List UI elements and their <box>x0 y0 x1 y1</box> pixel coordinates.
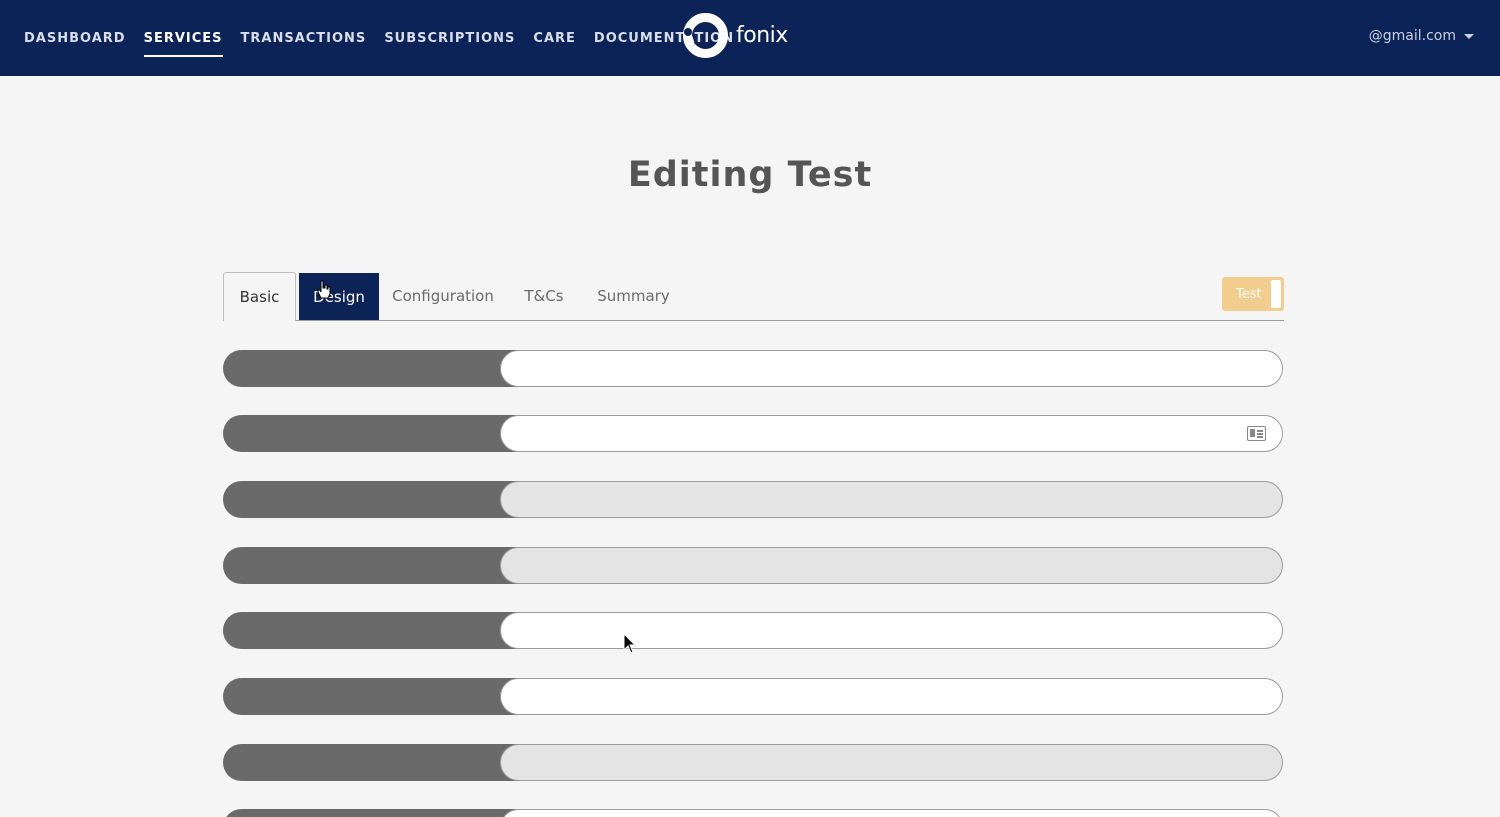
tab-design[interactable]: Design <box>299 273 379 320</box>
field-label-placeholder <box>223 612 523 649</box>
tab-configuration[interactable]: Configuration <box>392 272 494 320</box>
field-label-placeholder <box>223 744 523 781</box>
top-nav-bar: DASHBOARD SERVICES TRANSACTIONS SUBSCRIP… <box>0 0 1500 76</box>
field-label-placeholder <box>223 809 523 817</box>
form-input[interactable] <box>500 415 1283 452</box>
arrow-cursor-icon <box>623 633 637 654</box>
contact-card-icon <box>1247 426 1266 441</box>
tab-tcs[interactable]: T&Cs <box>524 272 563 320</box>
nav-transactions[interactable]: TRANSACTIONS <box>241 31 367 46</box>
form-row <box>223 547 1283 584</box>
form-input[interactable] <box>500 350 1283 387</box>
nav-care[interactable]: CARE <box>533 31 576 46</box>
form-input-disabled[interactable] <box>500 481 1283 518</box>
field-label-placeholder <box>223 547 523 584</box>
chevron-down-icon <box>1464 33 1474 39</box>
form-input-disabled[interactable] <box>500 744 1283 781</box>
nav-dashboard[interactable]: DASHBOARD <box>24 31 126 46</box>
form-row <box>223 809 1283 817</box>
form-row <box>223 678 1283 715</box>
form-row <box>223 612 1283 649</box>
tab-basic[interactable]: Basic <box>223 272 296 321</box>
form-row <box>223 744 1283 781</box>
form-row <box>223 350 1283 387</box>
main-nav: DASHBOARD SERVICES TRANSACTIONS SUBSCRIP… <box>24 0 752 76</box>
brand-logo[interactable]: fonix <box>683 13 788 58</box>
toggle-label: Test <box>1236 286 1262 302</box>
editor-tabs: Basic Design Configuration T&Cs Summary … <box>223 272 1284 321</box>
form-row <box>223 415 1283 452</box>
field-label-placeholder <box>223 481 523 518</box>
toggle-knob <box>1271 280 1281 308</box>
page-title: Editing Test <box>627 155 873 195</box>
form-row <box>223 481 1283 518</box>
field-label-placeholder <box>223 678 523 715</box>
form-input-disabled[interactable] <box>500 547 1283 584</box>
tab-summary[interactable]: Summary <box>597 272 670 320</box>
nav-services[interactable]: SERVICES <box>143 31 223 57</box>
fonix-logo-icon <box>683 13 728 58</box>
test-mode-toggle[interactable]: Test <box>1222 277 1284 311</box>
brand-name: fonix <box>736 23 788 48</box>
account-email: @gmail.com <box>1368 28 1456 44</box>
field-label-placeholder <box>223 415 523 452</box>
field-label-placeholder <box>223 350 523 387</box>
form-input[interactable] <box>500 678 1283 715</box>
hand-cursor-icon <box>317 280 331 299</box>
form-input[interactable] <box>500 612 1283 649</box>
nav-subscriptions[interactable]: SUBSCRIPTIONS <box>384 31 515 46</box>
account-menu[interactable]: @gmail.com <box>1369 28 1474 44</box>
form-input[interactable] <box>500 809 1283 817</box>
